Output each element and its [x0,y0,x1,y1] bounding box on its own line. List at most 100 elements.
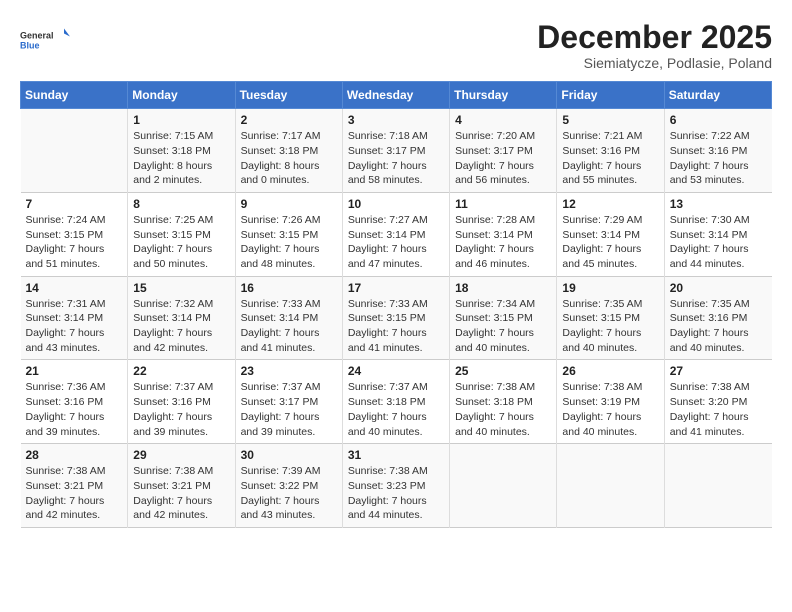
day-info: Sunrise: 7:32 AMSunset: 3:14 PMDaylight:… [133,297,229,356]
calendar-cell: 3 Sunrise: 7:18 AMSunset: 3:17 PMDaylight… [342,109,449,193]
column-header-monday: Monday [128,82,235,109]
week-row-3: 14Sunrise: 7:31 AMSunset: 3:14 PMDayligh… [21,276,772,360]
svg-text:General: General [20,31,54,41]
location-subtitle: Siemiatycze, Podlasie, Poland [537,55,772,71]
week-row-4: 21 Sunrise: 7:36 AMSunset: 3:16 PMDayligh… [21,360,772,444]
day-info: Sunrise: 7:21 AMSunset: 3:16 PMDaylight:… [562,129,658,188]
day-info: Sunrise: 7:33 AMSunset: 3:14 PMDaylight:… [241,297,337,356]
day-info: Sunrise: 7:26 AMSunset: 3:15 PMDaylight:… [241,213,337,272]
day-number: 27 [670,364,767,378]
column-header-wednesday: Wednesday [342,82,449,109]
day-number: 7 [26,197,123,211]
svg-text:Blue: Blue [20,41,40,51]
day-info: Sunrise: 7:38 AMSunset: 3:21 PMDaylight:… [26,464,123,523]
day-number: 25 [455,364,551,378]
column-header-friday: Friday [557,82,664,109]
calendar-cell: 11Sunrise: 7:28 AMSunset: 3:14 PMDayligh… [450,192,557,276]
day-info: Sunrise: 7:27 AMSunset: 3:14 PMDaylight:… [348,213,444,272]
calendar-cell [450,444,557,528]
calendar-cell: 26Sunrise: 7:38 AMSunset: 3:19 PMDayligh… [557,360,664,444]
day-number: 17 [348,281,444,295]
day-info: Sunrise: 7:37 AMSunset: 3:17 PMDaylight:… [241,380,337,439]
calendar-cell [557,444,664,528]
day-number: 11 [455,197,551,211]
calendar-cell: 2 Sunrise: 7:17 AMSunset: 3:18 PMDaylight… [235,109,342,193]
calendar-cell: 16Sunrise: 7:33 AMSunset: 3:14 PMDayligh… [235,276,342,360]
day-info: Sunrise: 7:35 AMSunset: 3:16 PMDaylight:… [670,297,767,356]
calendar-cell: 1 Sunrise: 7:15 AMSunset: 3:18 PMDaylight… [128,109,235,193]
calendar-cell: 7 Sunrise: 7:24 AMSunset: 3:15 PMDaylight… [21,192,128,276]
day-number: 1 [133,113,229,127]
title-block: December 2025 Siemiatycze, Podlasie, Pol… [537,20,772,71]
day-info: Sunrise: 7:29 AMSunset: 3:14 PMDaylight:… [562,213,658,272]
day-info: Sunrise: 7:15 AMSunset: 3:18 PMDaylight:… [133,129,229,188]
calendar-cell: 21 Sunrise: 7:36 AMSunset: 3:16 PMDayligh… [21,360,128,444]
day-number: 6 [670,113,767,127]
calendar-cell: 5Sunrise: 7:21 AMSunset: 3:16 PMDaylight… [557,109,664,193]
calendar-cell: 25 Sunrise: 7:38 AMSunset: 3:18 PMDayligh… [450,360,557,444]
day-number: 29 [133,448,229,462]
calendar-cell: 14Sunrise: 7:31 AMSunset: 3:14 PMDayligh… [21,276,128,360]
day-number: 31 [348,448,444,462]
calendar-cell: 22 Sunrise: 7:37 AMSunset: 3:16 PMDayligh… [128,360,235,444]
day-info: Sunrise: 7:24 AMSunset: 3:15 PMDaylight:… [26,213,123,272]
day-number: 3 [348,113,444,127]
calendar-cell: 8 Sunrise: 7:25 AMSunset: 3:15 PMDaylight… [128,192,235,276]
day-info: Sunrise: 7:31 AMSunset: 3:14 PMDaylight:… [26,297,123,356]
day-info: Sunrise: 7:39 AMSunset: 3:22 PMDaylight:… [241,464,337,523]
calendar-cell: 18Sunrise: 7:34 AMSunset: 3:15 PMDayligh… [450,276,557,360]
day-number: 13 [670,197,767,211]
day-info: Sunrise: 7:37 AMSunset: 3:18 PMDaylight:… [348,380,444,439]
calendar-cell: 27 Sunrise: 7:38 AMSunset: 3:20 PMDayligh… [664,360,771,444]
day-info: Sunrise: 7:20 AMSunset: 3:17 PMDaylight:… [455,129,551,188]
calendar-cell: 9Sunrise: 7:26 AMSunset: 3:15 PMDaylight… [235,192,342,276]
day-number: 8 [133,197,229,211]
day-info: Sunrise: 7:35 AMSunset: 3:15 PMDaylight:… [562,297,658,356]
month-title: December 2025 [537,20,772,55]
week-row-2: 7 Sunrise: 7:24 AMSunset: 3:15 PMDaylight… [21,192,772,276]
logo-svg: General Blue [20,20,70,60]
calendar-cell: 28 Sunrise: 7:38 AMSunset: 3:21 PMDayligh… [21,444,128,528]
day-info: Sunrise: 7:25 AMSunset: 3:15 PMDaylight:… [133,213,229,272]
day-info: Sunrise: 7:33 AMSunset: 3:15 PMDaylight:… [348,297,444,356]
day-number: 20 [670,281,767,295]
calendar-cell: 17 Sunrise: 7:33 AMSunset: 3:15 PMDayligh… [342,276,449,360]
calendar-header-row: SundayMondayTuesdayWednesdayThursdayFrid… [21,82,772,109]
calendar-cell: 4 Sunrise: 7:20 AMSunset: 3:17 PMDaylight… [450,109,557,193]
logo: General Blue [20,20,70,60]
calendar-cell [21,109,128,193]
day-number: 26 [562,364,658,378]
column-header-tuesday: Tuesday [235,82,342,109]
calendar-cell: 30Sunrise: 7:39 AMSunset: 3:22 PMDayligh… [235,444,342,528]
day-number: 18 [455,281,551,295]
column-header-saturday: Saturday [664,82,771,109]
week-row-1: 1 Sunrise: 7:15 AMSunset: 3:18 PMDaylight… [21,109,772,193]
day-info: Sunrise: 7:38 AMSunset: 3:18 PMDaylight:… [455,380,551,439]
calendar-cell: 24Sunrise: 7:37 AMSunset: 3:18 PMDayligh… [342,360,449,444]
day-info: Sunrise: 7:18 AMSunset: 3:17 PMDaylight:… [348,129,444,188]
calendar-cell: 6 Sunrise: 7:22 AMSunset: 3:16 PMDaylight… [664,109,771,193]
day-info: Sunrise: 7:38 AMSunset: 3:21 PMDaylight:… [133,464,229,523]
calendar-cell: 12 Sunrise: 7:29 AMSunset: 3:14 PMDayligh… [557,192,664,276]
calendar-cell [664,444,771,528]
day-info: Sunrise: 7:22 AMSunset: 3:16 PMDaylight:… [670,129,767,188]
calendar-cell: 20 Sunrise: 7:35 AMSunset: 3:16 PMDayligh… [664,276,771,360]
day-number: 10 [348,197,444,211]
calendar-table: SundayMondayTuesdayWednesdayThursdayFrid… [20,81,772,528]
day-number: 19 [562,281,658,295]
day-info: Sunrise: 7:36 AMSunset: 3:16 PMDaylight:… [26,380,123,439]
day-number: 22 [133,364,229,378]
day-info: Sunrise: 7:17 AMSunset: 3:18 PMDaylight:… [241,129,337,188]
day-number: 12 [562,197,658,211]
day-number: 4 [455,113,551,127]
calendar-cell: 10 Sunrise: 7:27 AMSunset: 3:14 PMDayligh… [342,192,449,276]
day-info: Sunrise: 7:37 AMSunset: 3:16 PMDaylight:… [133,380,229,439]
day-info: Sunrise: 7:38 AMSunset: 3:23 PMDaylight:… [348,464,444,523]
day-number: 28 [26,448,123,462]
column-header-thursday: Thursday [450,82,557,109]
day-number: 2 [241,113,337,127]
day-number: 21 [26,364,123,378]
calendar-cell: 15Sunrise: 7:32 AMSunset: 3:14 PMDayligh… [128,276,235,360]
calendar-cell: 23Sunrise: 7:37 AMSunset: 3:17 PMDayligh… [235,360,342,444]
day-info: Sunrise: 7:38 AMSunset: 3:20 PMDaylight:… [670,380,767,439]
